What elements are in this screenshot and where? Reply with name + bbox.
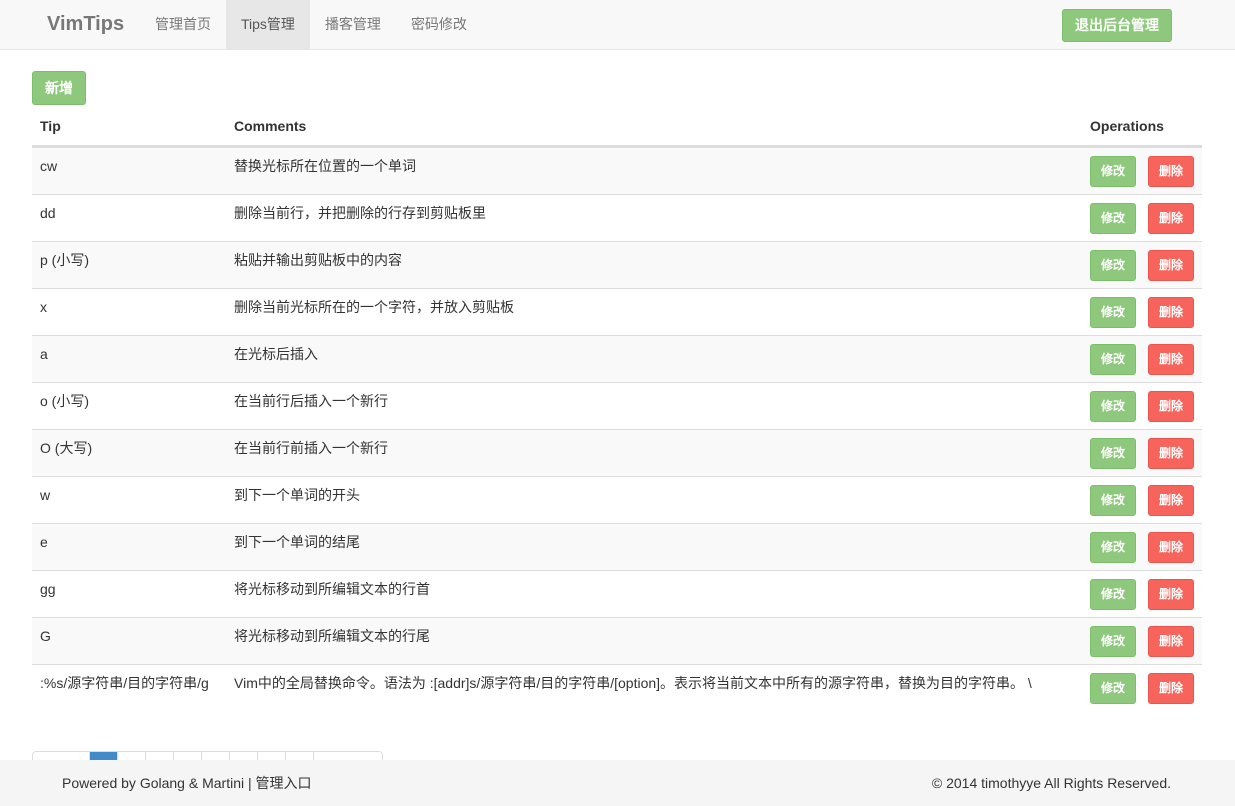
delete-button[interactable]: 删除	[1148, 438, 1194, 469]
table-row: o (小写) 在当前行后插入一个新行 修改 删除	[32, 382, 1202, 429]
header-operations: Operations	[1090, 118, 1164, 134]
nav-item-password-change[interactable]: 密码修改	[396, 0, 482, 49]
comment-cell: 将光标移动到所编辑文本的行首	[234, 581, 430, 597]
comment-cell: 删除当前行，并把删除的行存到剪贴板里	[234, 205, 486, 221]
logout-button[interactable]: 退出后台管理	[1062, 9, 1172, 42]
tip-cell: w	[40, 487, 51, 503]
tip-cell: e	[40, 534, 48, 550]
delete-button[interactable]: 删除	[1148, 156, 1194, 187]
table-row: cw 替换光标所在位置的一个单词 修改 删除	[32, 147, 1202, 194]
edit-button[interactable]: 修改	[1090, 250, 1136, 281]
table-row: :%s/源字符串/目的字符串/g Vim中的全局替换命令。语法为 :[addr]s…	[32, 664, 1202, 711]
tip-cell: dd	[40, 205, 56, 221]
tip-cell: a	[40, 346, 48, 362]
tip-cell: :%s/源字符串/目的字符串/g	[40, 675, 209, 691]
table-row: gg 将光标移动到所编辑文本的行首 修改 删除	[32, 570, 1202, 617]
comment-cell: 到下一个单词的结尾	[234, 534, 360, 550]
tips-table: Tip Comments Operations cw 替换光标所在位置的一个单词修…	[32, 106, 1202, 711]
delete-button[interactable]: 删除	[1148, 532, 1194, 563]
table-row: x 删除当前光标所在的一个字符，并放入剪贴板 修改 删除	[32, 288, 1202, 335]
table-body: cw 替换光标所在位置的一个单词 修改 删除 dd 删除当前行，并把删除的行存到剪贴板里修…	[32, 147, 1202, 711]
edit-button[interactable]: 修改	[1090, 673, 1136, 704]
edit-button[interactable]: 修改	[1090, 438, 1136, 469]
add-tip-button[interactable]: 新增	[32, 71, 86, 105]
edit-button[interactable]: 修改	[1090, 203, 1136, 234]
header-tip: Tip	[40, 118, 61, 134]
table-header: Tip Comments Operations	[32, 106, 1202, 147]
table-row: p (小写) 粘贴并输出剪贴板中的内容 修改 删除	[32, 241, 1202, 288]
edit-button[interactable]: 修改	[1090, 485, 1136, 516]
delete-button[interactable]: 删除	[1148, 344, 1194, 375]
edit-button[interactable]: 修改	[1090, 344, 1136, 375]
footer: Powered by Golang & Martini | 管理入口 © 201…	[0, 760, 1235, 806]
edit-button[interactable]: 修改	[1090, 391, 1136, 422]
edit-button[interactable]: 修改	[1090, 579, 1136, 610]
nav-item-podcast-manage[interactable]: 播客管理	[310, 0, 396, 49]
navbar: VimTips 管理首页 Tips管理 播客管理 密码修改 退出后台管理	[0, 0, 1235, 50]
delete-button[interactable]: 删除	[1148, 579, 1194, 610]
comment-cell: 替换光标所在位置的一个单词	[234, 158, 416, 174]
table-row: O (大写) 在当前行前插入一个新行 修改 删除	[32, 429, 1202, 476]
edit-button[interactable]: 修改	[1090, 297, 1136, 328]
tip-cell: o (小写)	[40, 393, 89, 409]
edit-button[interactable]: 修改	[1090, 532, 1136, 563]
tip-cell: G	[40, 628, 51, 644]
delete-button[interactable]: 删除	[1148, 203, 1194, 234]
comment-cell: 到下一个单词的开头	[234, 487, 360, 503]
comment-cell: Vim中的全局替换命令。语法为 :[addr]s/源字符串/目的字符串/[opt…	[234, 675, 1032, 691]
nav-menu: 管理首页 Tips管理 播客管理 密码修改	[140, 0, 482, 50]
footer-powered-by[interactable]: Powered by Golang & Martini | 管理入口	[62, 760, 312, 806]
table-row: dd 删除当前行，并把删除的行存到剪贴板里 修改 删除	[32, 194, 1202, 241]
table-row: e 到下一个单词的结尾 修改 删除	[32, 523, 1202, 570]
edit-button[interactable]: 修改	[1090, 626, 1136, 657]
comment-cell: 删除当前光标所在的一个字符，并放入剪贴板	[234, 299, 514, 315]
tip-cell: gg	[40, 581, 56, 597]
comment-cell: 在光标后插入	[234, 346, 318, 362]
tip-cell: p (小写)	[40, 252, 89, 268]
tip-cell: O (大写)	[40, 440, 93, 456]
footer-copyright: © 2014 timothyye All Rights Reserved.	[931, 775, 1171, 791]
table-row: G 将光标移动到所编辑文本的行尾 修改 删除	[32, 617, 1202, 664]
brand-logo[interactable]: VimTips	[47, 0, 124, 50]
delete-button[interactable]: 删除	[1148, 250, 1194, 281]
delete-button[interactable]: 删除	[1148, 673, 1194, 704]
nav-item-admin-home[interactable]: 管理首页	[140, 0, 226, 49]
tip-cell: cw	[40, 158, 58, 174]
comment-cell: 在当前行后插入一个新行	[234, 393, 388, 409]
tip-cell: x	[40, 299, 47, 315]
delete-button[interactable]: 删除	[1148, 626, 1194, 657]
comment-cell: 在当前行前插入一个新行	[234, 440, 388, 456]
table-row: a 在光标后插入 修改 删除	[32, 335, 1202, 382]
edit-button[interactable]: 修改	[1090, 156, 1136, 187]
header-comments: Comments	[234, 118, 307, 134]
delete-button[interactable]: 删除	[1148, 391, 1194, 422]
nav-item-tips-manage[interactable]: Tips管理	[226, 0, 310, 49]
table-row: w 到下一个单词的开头 修改 删除	[32, 476, 1202, 523]
delete-button[interactable]: 删除	[1148, 485, 1194, 516]
delete-button[interactable]: 删除	[1148, 297, 1194, 328]
comment-cell: 将光标移动到所编辑文本的行尾	[234, 628, 430, 644]
comment-cell: 粘贴并输出剪贴板中的内容	[234, 252, 402, 268]
